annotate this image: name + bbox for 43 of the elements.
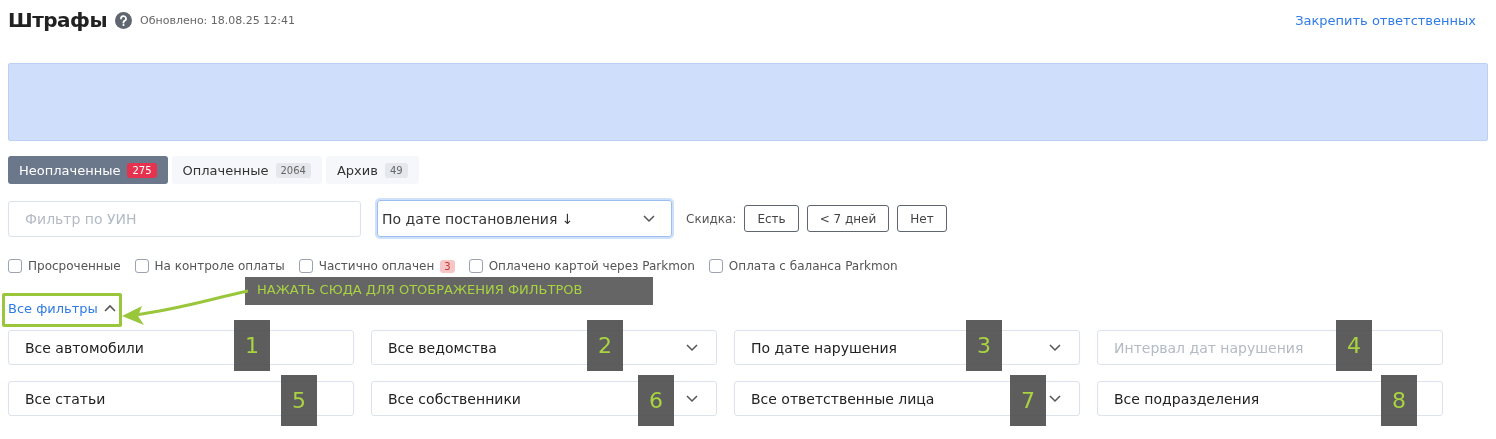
chevron-up-icon (103, 304, 116, 312)
chevron-down-icon (686, 343, 698, 352)
checkbox-label[interactable]: Оплата с баланса Parkmon (728, 259, 898, 273)
count-badge: 275 (127, 162, 157, 178)
count-badge: 3 (440, 259, 455, 273)
discount-label: Скидка: (686, 211, 737, 226)
annotation-marker: 4 (1336, 320, 1372, 371)
annotation-marker: 5 (281, 375, 317, 426)
sort-select[interactable]: По дате постановления ↓ (377, 200, 672, 237)
checkbox[interactable] (468, 259, 483, 273)
count-badge: 2064 (275, 162, 311, 178)
checkbox[interactable] (8, 259, 22, 273)
chevron-down-icon (1049, 343, 1061, 352)
discount-button[interactable]: < 7 дней (806, 205, 890, 232)
tab[interactable]: Архив 49 (325, 156, 419, 184)
uin-filter-field[interactable]: Фильтр по УИН (8, 200, 361, 237)
checkbox[interactable] (298, 259, 313, 273)
tab[interactable]: Оплаченные 2064 (171, 156, 322, 184)
updated-timestamp: Обновлено: 18.08.25 12:41 (140, 13, 295, 27)
checkbox-label[interactable]: Просроченные (28, 259, 121, 273)
annotation-marker: 1 (234, 320, 270, 371)
checkbox-label[interactable]: Частично оплачен (318, 259, 435, 273)
discount-button[interactable]: Нет (897, 205, 947, 232)
annotation-marker: 6 (638, 375, 674, 426)
annotation-callout: НАЖАТЬ СЮДА ДЛЯ ОТОБРАЖЕНИЯ ФИЛЬТРОВ (245, 277, 653, 305)
chevron-down-icon (686, 394, 698, 403)
chevron-down-icon (1049, 394, 1061, 403)
annotation-marker: 8 (1381, 375, 1417, 426)
annotation-marker: 2 (587, 320, 623, 371)
checkbox[interactable] (708, 259, 723, 273)
count-badge: 49 (384, 162, 408, 178)
pin-responsible-link[interactable]: Закрепить ответственных (1295, 12, 1476, 28)
annotation-marker: 7 (1010, 375, 1046, 426)
checkbox-label[interactable]: На контроле оплаты (154, 259, 285, 273)
checkbox[interactable] (134, 259, 149, 273)
chevron-down-icon (643, 214, 655, 223)
discount-button[interactable]: Есть (744, 205, 799, 232)
checkbox-label[interactable]: Оплачено картой через Parkmon (488, 259, 695, 273)
tab[interactable]: Неоплаченные 275 (8, 156, 168, 184)
all-filters-toggle[interactable]: Все фильтры (8, 300, 116, 316)
annotation-marker: 3 (966, 320, 1002, 371)
help-icon[interactable] (115, 11, 133, 29)
page-title: Штрафы (8, 8, 108, 32)
